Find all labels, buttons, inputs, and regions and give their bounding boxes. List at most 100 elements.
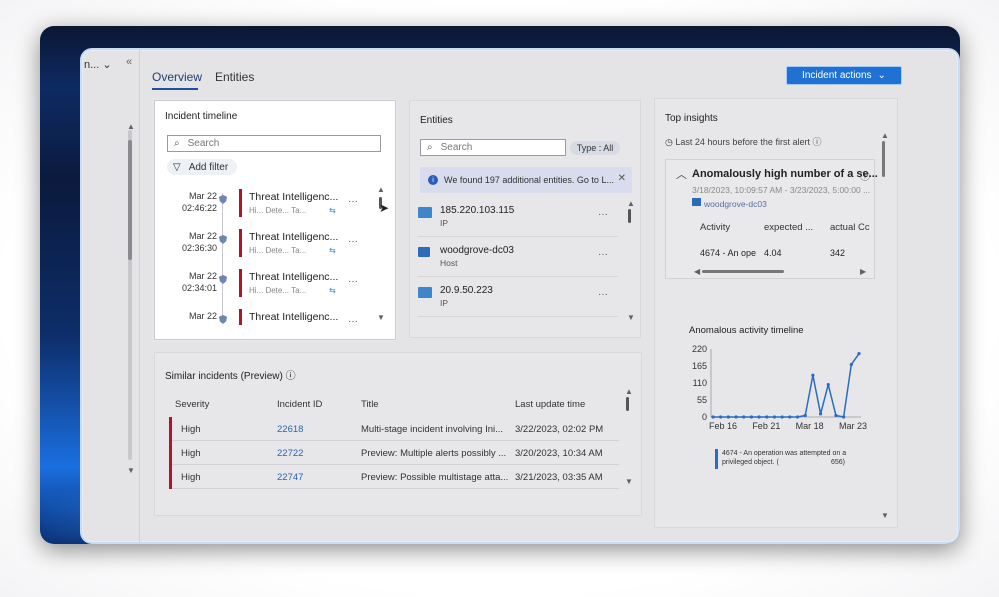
- chart-point[interactable]: [772, 415, 777, 419]
- chart-point[interactable]: [757, 415, 761, 419]
- info-banner-text[interactable]: We found 197 additional entities. Go to …: [444, 175, 614, 185]
- severity-bar: [169, 441, 172, 465]
- timeline-item[interactable]: Mar 22 Threat Intelligenc... ···: [155, 307, 385, 339]
- table-row[interactable]: High 22618 Multi-stage incident involvin…: [169, 417, 619, 441]
- chart-point[interactable]: [795, 415, 800, 419]
- incident-actions-button[interactable]: Incident actions ⌄: [786, 66, 902, 85]
- filter-icon: ▽: [173, 161, 181, 173]
- anomaly-chart: 220 165 110 55 0 Feb 16 Feb 21 Mar 18 Mar 23: [692, 344, 867, 431]
- similar-scroll-thumb[interactable]: [626, 397, 629, 411]
- column-incident-id[interactable]: Incident ID: [277, 399, 322, 410]
- incident-id-link[interactable]: 22747: [277, 472, 303, 483]
- chart-y-ticks: 220 165 110 55 0: [692, 344, 707, 422]
- info-banner: i We found 197 additional entities. Go t…: [420, 167, 632, 193]
- similar-scroll-down[interactable]: ▼: [625, 477, 633, 486]
- timeline-item[interactable]: Mar 22 02:34:01 Threat Intelligenc... Hi.…: [155, 267, 385, 305]
- column-severity[interactable]: Severity: [175, 399, 209, 410]
- chart-point[interactable]: [734, 415, 738, 419]
- timeline-item-title: Threat Intelligenc...: [249, 271, 339, 283]
- type-filter-button[interactable]: Type : All: [570, 141, 620, 155]
- y-tick-label: 165: [692, 361, 707, 371]
- entity-name: 20.9.50.223: [440, 285, 493, 296]
- column-title[interactable]: Title: [361, 399, 379, 410]
- incident-id-link[interactable]: 22722: [277, 448, 303, 459]
- collapse-icon[interactable]: «: [126, 56, 132, 68]
- more-icon[interactable]: ···: [348, 276, 358, 287]
- rail-scroll-thumb[interactable]: [128, 140, 132, 260]
- more-icon[interactable]: ···: [348, 236, 358, 247]
- anomaly-title: Anomalously high number of a se...: [692, 168, 878, 180]
- insights-scroll-down[interactable]: ▼: [881, 511, 889, 520]
- chart-point[interactable]: [857, 352, 861, 356]
- chart-point[interactable]: [711, 415, 715, 419]
- more-icon[interactable]: ···: [348, 196, 358, 207]
- timeline-item[interactable]: Mar 22 02:46:22 Threat Intelligenc... Hi.…: [155, 187, 385, 225]
- rail-scroll-up[interactable]: ▲: [127, 122, 135, 131]
- similar-scroll-up[interactable]: ▲: [625, 387, 633, 396]
- more-icon[interactable]: ···: [598, 209, 608, 220]
- timeline-scroll-down[interactable]: ▼: [377, 313, 385, 322]
- chart-point[interactable]: [765, 415, 769, 419]
- severity-bar: [169, 417, 172, 441]
- table-row[interactable]: High 22747 Preview: Possible multistage …: [169, 465, 619, 489]
- chevron-down-icon[interactable]: ⌄: [102, 59, 111, 71]
- entities-search-input[interactable]: ⌕ Search: [420, 139, 566, 156]
- more-icon[interactable]: ···: [348, 316, 358, 327]
- table-h-scrollbar[interactable]: [702, 270, 784, 273]
- timeline-scroll-up[interactable]: ▲: [377, 185, 385, 194]
- entities-scroll-thumb[interactable]: [628, 209, 631, 223]
- timeline-date: Mar 22 02:46:22: [181, 191, 217, 213]
- chart-point[interactable]: [749, 415, 754, 419]
- table-row[interactable]: High 22722 Preview: Multiple alerts poss…: [169, 441, 619, 465]
- chart-point[interactable]: [842, 415, 846, 419]
- timeline-search-input[interactable]: ⌕ Search: [167, 135, 381, 152]
- chart-point[interactable]: [849, 362, 853, 367]
- chart-legend-count: 656): [831, 459, 846, 466]
- chart-point[interactable]: [719, 415, 723, 419]
- close-icon[interactable]: ✕: [618, 173, 626, 184]
- scroll-left[interactable]: ◀: [694, 267, 700, 276]
- anomaly-host[interactable]: woodgrove-dc03: [704, 199, 767, 209]
- info-icon[interactable]: ⓘ: [860, 168, 870, 183]
- chart-point[interactable]: [726, 415, 730, 419]
- left-rail: n... ⌄ « ▲ ▼: [82, 50, 140, 542]
- entities-scroll-down[interactable]: ▼: [627, 313, 635, 322]
- chart-point[interactable]: [834, 413, 838, 418]
- scroll-right[interactable]: ▶: [860, 267, 866, 276]
- column-last-update[interactable]: Last update time: [515, 399, 585, 410]
- incident-id-link[interactable]: 22618: [277, 424, 303, 435]
- entities-title: Entities: [420, 115, 453, 126]
- severity-bar: [239, 229, 242, 257]
- more-icon[interactable]: ···: [598, 289, 608, 300]
- updated-cell: 3/20/2023, 10:34 AM: [515, 448, 603, 459]
- rail-scroll-down[interactable]: ▼: [127, 466, 135, 475]
- chart-point[interactable]: [780, 415, 784, 419]
- entity-type: IP: [440, 298, 449, 308]
- tab-entities[interactable]: Entities: [215, 70, 254, 84]
- y-tick-label: 0: [702, 412, 707, 422]
- chart-point[interactable]: [803, 413, 807, 418]
- chevron-up-icon[interactable]: ︿: [676, 166, 687, 182]
- chart-point[interactable]: [811, 373, 815, 377]
- chart-title: Anomalous activity timeline: [689, 325, 804, 336]
- entity-row[interactable]: woodgrove-dc03 Host ···: [418, 239, 618, 277]
- similar-incidents-card: Similar incidents (Preview) ⓘ Severity I…: [154, 352, 642, 516]
- rail-label[interactable]: n... ⌄: [84, 58, 112, 71]
- add-filter-label: Add filter: [188, 161, 229, 173]
- chart-point[interactable]: [788, 415, 792, 419]
- entity-row[interactable]: 185.220.103.115 IP ···: [418, 199, 618, 237]
- info-icon[interactable]: ⓘ: [812, 137, 821, 147]
- insights-scroll-thumb[interactable]: [882, 141, 885, 177]
- more-icon[interactable]: ···: [598, 249, 608, 260]
- entities-scroll-up[interactable]: ▲: [627, 199, 635, 208]
- top-insights-card: Top insights ◷ Last 24 hours before the …: [654, 98, 898, 528]
- add-filter-button[interactable]: ▽ Add filter: [167, 159, 237, 175]
- chart-point[interactable]: [826, 382, 830, 387]
- timeline-item[interactable]: Mar 22 02:36:30 Threat Intelligenc... Hi.…: [155, 227, 385, 265]
- insights-scroll-up[interactable]: ▲: [881, 131, 889, 140]
- info-icon[interactable]: ⓘ: [286, 371, 296, 382]
- tab-overview[interactable]: Overview: [152, 70, 202, 84]
- chart-point[interactable]: [818, 412, 823, 416]
- entity-row[interactable]: 20.9.50.223 IP ···: [418, 279, 618, 317]
- chart-point[interactable]: [742, 415, 746, 419]
